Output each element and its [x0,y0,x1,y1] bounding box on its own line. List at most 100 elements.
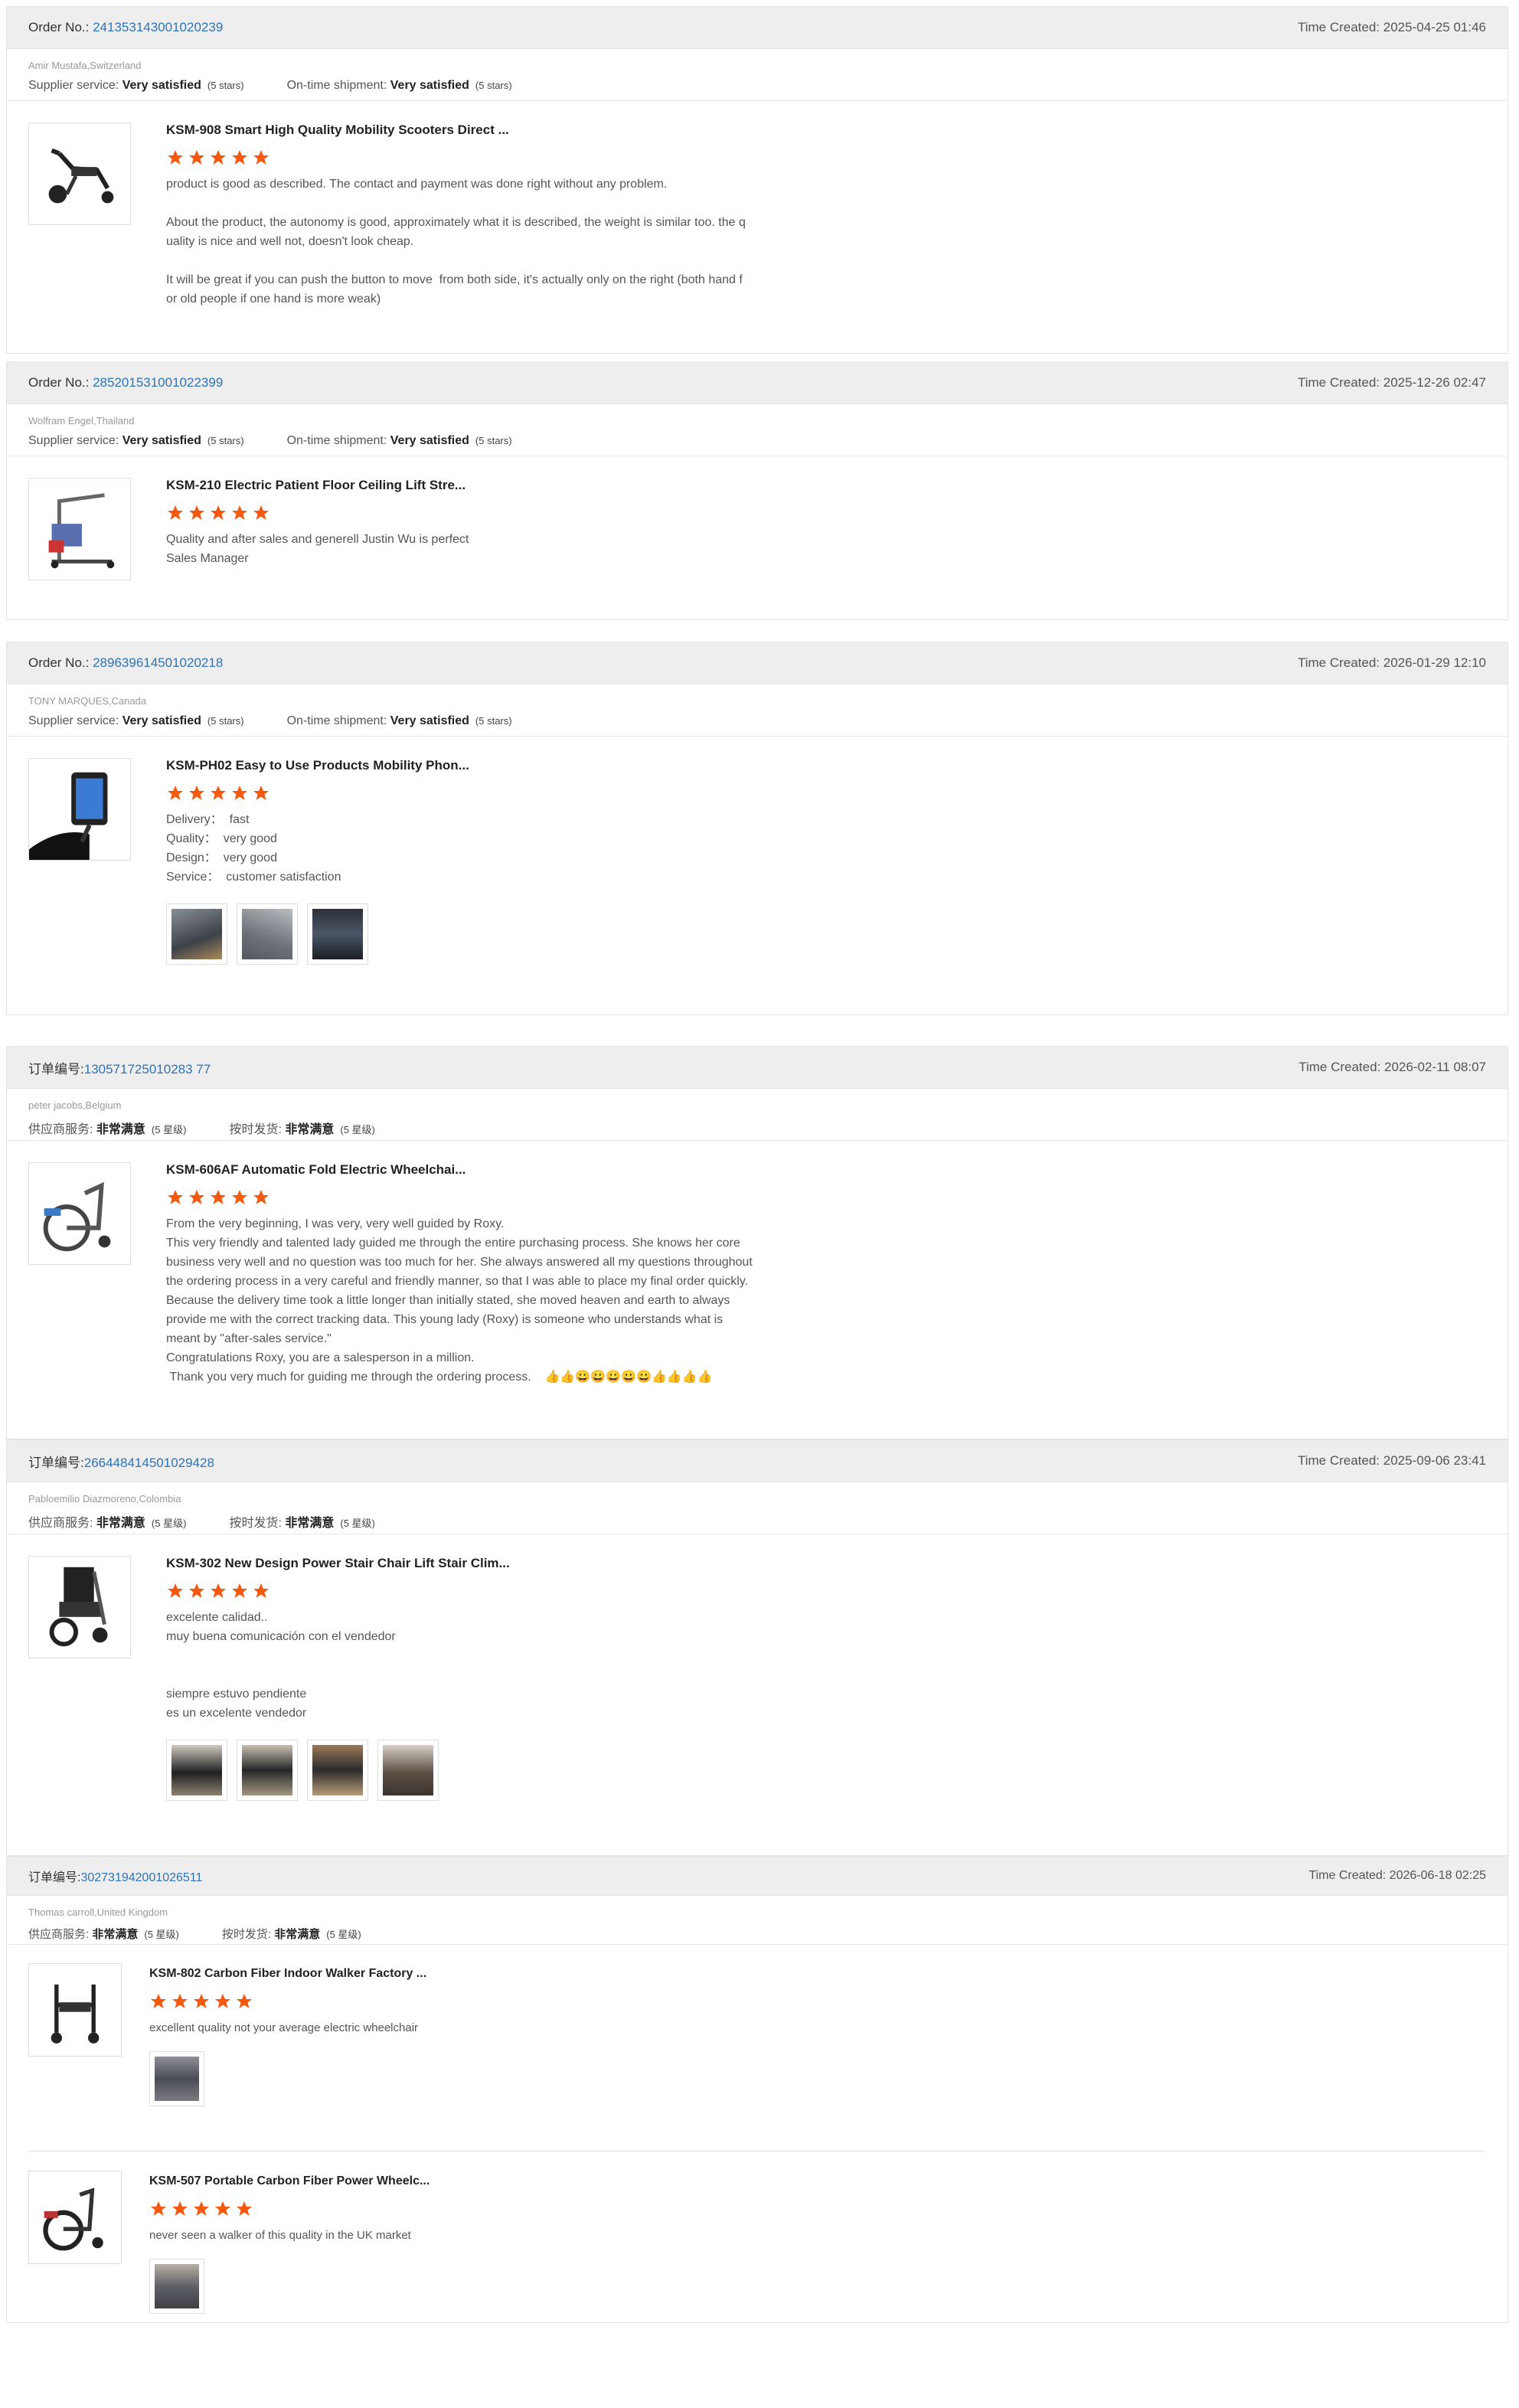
time-created: 2026-02-11 08:07 [1384,1060,1486,1074]
order-label: 订单编号: [28,1061,84,1077]
review-card: 订单编号:302731942001026511 Time Created: 20… [6,1856,1508,2323]
star-icon [253,1583,269,1598]
star-icon [194,1994,209,2008]
order-header: 订单编号:130571725010283 77 Time Created: 20… [7,1047,1508,1089]
review-photo-thumbnail[interactable] [307,903,368,965]
star-icon [215,1994,230,2008]
order-number-link[interactable]: 302731942001026511 [80,1871,202,1884]
buyer-name: Pabloemilio Diazmoreno,Colombia [28,1493,181,1505]
star-icon [194,2201,209,2216]
review-meta: peter jacobs,Belgium 供应商服务: 非常满意 (5 星级) 按… [7,1089,1508,1141]
product-title-link[interactable]: KSM-908 Smart High Quality Mobility Scoo… [166,121,871,139]
review-card: Order No.: 241353143001020239 Time Creat… [6,6,1508,354]
supplier-service-rating: Supplier service: Very satisfied (5 stars… [28,79,244,92]
time-label: Time Created: [1297,655,1380,670]
review-card: Order No.: 289639614501020218 Time Creat… [6,642,1508,1015]
product-title-link[interactable]: KSM-802 Carbon Fiber Indoor Walker Facto… [149,1965,854,1983]
star-icon [232,1190,247,1204]
supplier-service-rating: 供应商服务: 非常满意 (5 星级) [28,1123,187,1136]
order-header: 订单编号:302731942001026511 Time Created: 20… [7,1857,1508,1896]
order-number-link[interactable]: 266448414501029428 [84,1456,214,1470]
review-photo-thumbnail[interactable] [237,1740,298,1801]
order-number-link[interactable]: 241353143001020239 [93,20,223,34]
review-meta: Amir Mustafa,Switzerland Supplier servic… [7,49,1508,101]
review-card: Order No.: 285201531001022399 Time Creat… [6,361,1508,620]
review-text: product is good as described. The contac… [166,178,746,305]
star-icon [168,1583,183,1598]
order-number-link[interactable]: 130571725010283 77 [84,1062,211,1077]
product-title-link[interactable]: KSM-PH02 Easy to Use Products Mobility P… [166,756,871,775]
star-icon [151,1994,166,2008]
review-photos [149,2259,854,2314]
review-text: From the very beginning, I was very, ver… [166,1217,753,1384]
shipment-rating: On-time shipment: Very satisfied (5 stars… [286,434,512,447]
star-icon [189,1583,204,1598]
star-icon [168,505,183,520]
product-title-link[interactable]: KSM-507 Portable Carbon Fiber Power Whee… [149,2172,854,2191]
order-number-link[interactable]: 285201531001022399 [93,375,223,390]
order-label: Order No.: [28,20,90,34]
time-created: 2026-06-18 02:25 [1389,1869,1486,1882]
review-item: KSM-908 Smart High Quality Mobility Scoo… [7,101,1508,353]
review-photo-thumbnail[interactable] [377,1740,439,1801]
star-rating [166,1188,871,1208]
star-icon [253,150,269,165]
star-icon [237,2201,252,2216]
star-icon [189,786,204,800]
patient-lift-image[interactable] [28,478,131,580]
order-number-link[interactable]: 289639614501020218 [93,655,223,670]
star-icon [215,2201,230,2216]
review-text: Delivery： fast Quality： very good Design… [166,813,341,884]
review-photos [166,903,871,965]
star-icon [211,505,226,520]
time-label: Time Created: [1298,1060,1381,1074]
star-icon [211,150,226,165]
power-wheelchair-image[interactable] [28,2171,122,2264]
review-text: never seen a walker of this quality in t… [149,2229,411,2242]
shipment-rating: On-time shipment: Very satisfied (5 stars… [286,714,512,727]
order-label: 订单编号: [28,1455,84,1470]
walker-image[interactable] [28,1963,122,2057]
star-icon [172,1994,188,2008]
star-rating [149,1992,854,2012]
star-rating [166,149,871,168]
review-photo-thumbnail[interactable] [166,1740,227,1801]
review-photo-thumbnail[interactable] [237,903,298,965]
order-label: Order No.: [28,375,90,390]
buyer-name: Wolfram Engel,Thailand [28,415,135,426]
product-title-link[interactable]: KSM-210 Electric Patient Floor Ceiling L… [166,476,871,495]
star-rating [166,504,871,524]
review-item: KSM-606AF Automatic Fold Electric Wheelc… [7,1141,1508,1384]
time-label: Time Created: [1297,20,1380,34]
star-icon [232,150,247,165]
review-text: Quality and after sales and generell Jus… [166,533,469,565]
review-meta: Wolfram Engel,Thailand Supplier service:… [7,404,1508,456]
phone-holder-image[interactable] [28,758,131,861]
star-icon [253,505,269,520]
folding-wheelchair-image[interactable] [28,1162,131,1265]
review-photo-thumbnail[interactable] [149,2051,204,2106]
star-icon [172,2201,188,2216]
stair-chair-image[interactable] [28,1556,131,1658]
star-icon [253,786,269,800]
review-photo-thumbnail[interactable] [149,2259,204,2314]
star-icon [232,505,247,520]
star-icon [211,786,226,800]
order-header: Order No.: 285201531001022399 Time Creat… [7,362,1508,404]
order-label: Order No.: [28,655,90,670]
review-text: excelente calidad.. muy buena comunicaci… [166,1611,396,1720]
review-card: 订单编号:266448414501029428 Time Created: 20… [6,1439,1508,1856]
scooter-image[interactable] [28,123,131,225]
star-icon [211,1190,226,1204]
review-photo-thumbnail[interactable] [307,1740,368,1801]
order-header: Order No.: 289639614501020218 Time Creat… [7,642,1508,684]
time-label: Time Created: [1297,1453,1380,1468]
review-photo-thumbnail[interactable] [166,903,227,965]
review-meta: Pabloemilio Diazmoreno,Colombia 供应商服务: 非… [7,1482,1508,1534]
review-meta: TONY MARQUES,Canada Supplier service: Ve… [7,684,1508,737]
buyer-name: Thomas carroll,United Kingdom [28,1906,168,1918]
star-icon [232,786,247,800]
product-title-link[interactable]: KSM-302 New Design Power Stair Chair Lif… [166,1554,871,1573]
review-item: KSM-802 Carbon Fiber Indoor Walker Facto… [7,1945,1508,2144]
product-title-link[interactable]: KSM-606AF Automatic Fold Electric Wheelc… [166,1161,871,1179]
